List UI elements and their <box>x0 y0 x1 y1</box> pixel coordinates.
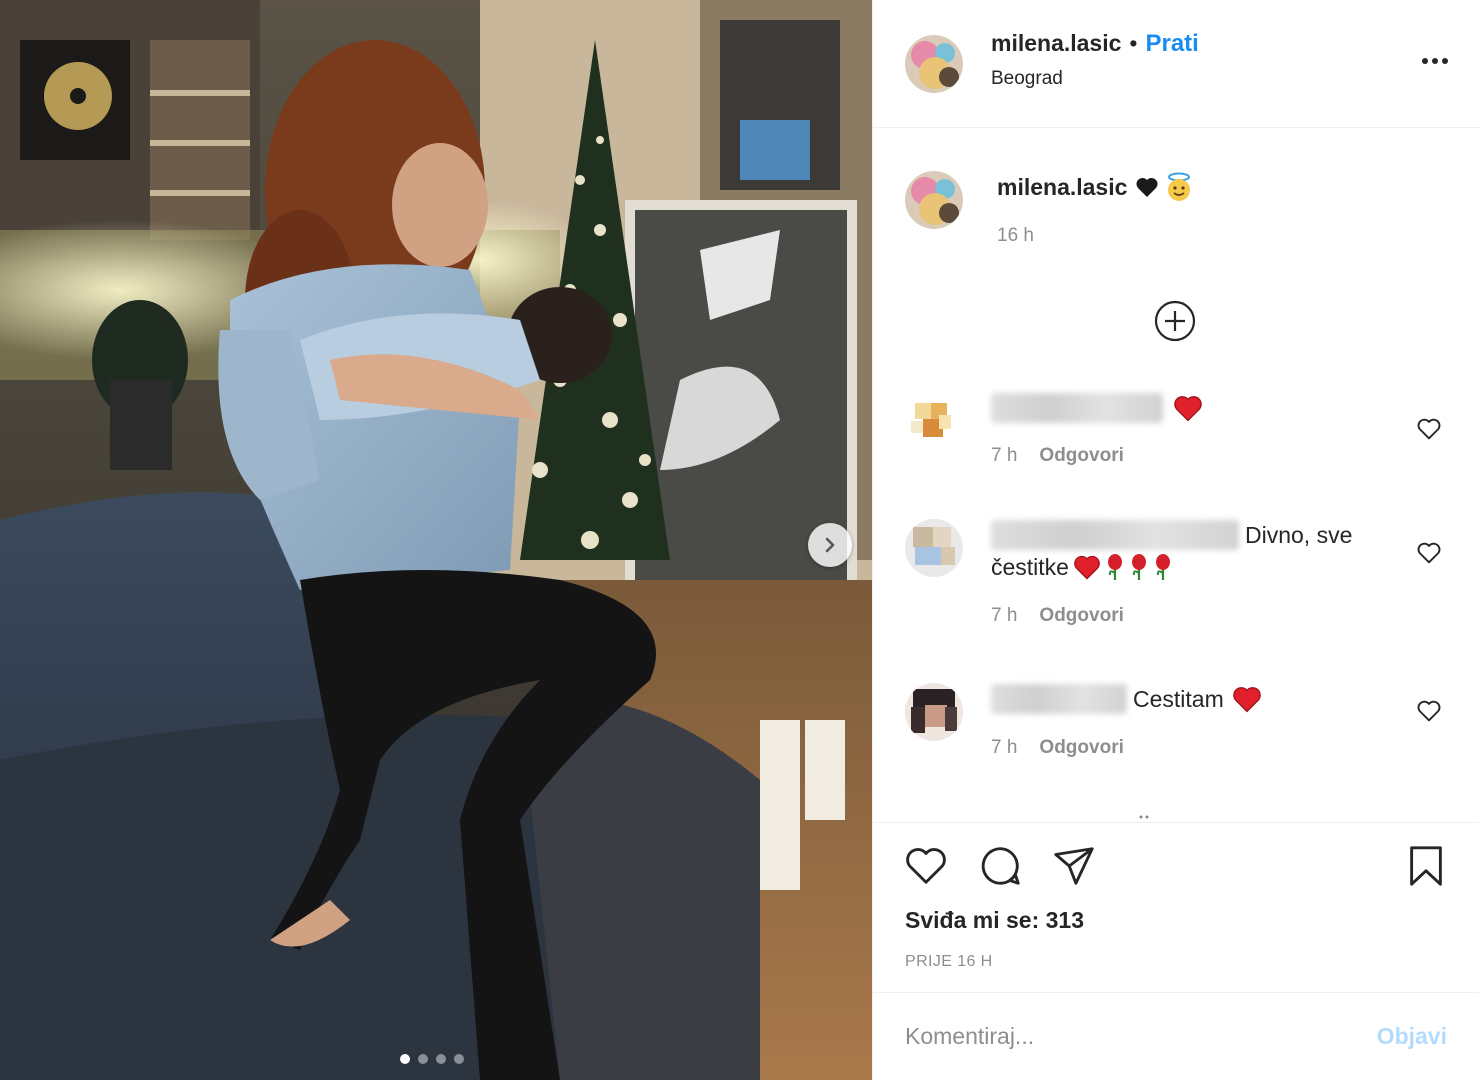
red-heart-icon <box>1174 396 1202 422</box>
redacted-username <box>991 520 1239 550</box>
comments-list[interactable]: milena.lasic 16 h 7 h Odgovori Divno, sv… <box>873 129 1479 821</box>
likes-count[interactable]: Sviđa mi se: 313 <box>905 907 1084 934</box>
author-username[interactable]: milena.lasic <box>991 30 1121 57</box>
reply-button[interactable]: Odgovori <box>1039 605 1123 627</box>
avatar-image <box>905 683 963 741</box>
comment-message: Cestitam <box>1133 686 1224 712</box>
comment-item: Divno, sve čestitke 7 h Odgovori <box>905 519 1445 627</box>
heart-outline-icon[interactable] <box>1415 539 1443 567</box>
more-options-icon[interactable] <box>1420 52 1450 70</box>
rose-icon <box>1155 554 1170 580</box>
heart-outline-icon[interactable] <box>1415 697 1443 725</box>
comment-body: 7 h Odgovori <box>991 393 1391 467</box>
comment-text <box>991 393 1391 423</box>
bookmark-icon[interactable] <box>1403 843 1449 889</box>
more-dot <box>1422 58 1428 64</box>
comment-text: Cestitam <box>991 683 1391 715</box>
photo-scene <box>0 0 872 1080</box>
caption-body: milena.lasic 16 h <box>997 171 1195 247</box>
separator-dot: • <box>1129 30 1138 56</box>
post-timestamp[interactable]: PRIJE 16 H <box>905 953 993 971</box>
black-heart-icon <box>1136 177 1158 197</box>
header-top-row: milena.lasic • Prati <box>991 30 1199 58</box>
plus-circle-icon[interactable] <box>1153 299 1197 343</box>
post-caption: milena.lasic 16 h <box>905 171 1195 247</box>
commenter-avatar[interactable] <box>905 519 963 577</box>
action-buttons <box>903 843 1097 889</box>
post-photo[interactable] <box>0 0 872 1080</box>
instagram-post: milena.lasic • Prati Beograd milena.lasi… <box>0 0 1480 1080</box>
more-dot <box>1432 58 1438 64</box>
rose-icon <box>1131 554 1146 580</box>
rose-icon <box>1107 554 1122 580</box>
post-header: milena.lasic • Prati Beograd <box>873 0 1480 128</box>
comment-time[interactable]: 7 h <box>991 737 1017 759</box>
chevron-right-icon <box>825 537 835 553</box>
avatar-image <box>905 393 963 451</box>
commenter-avatar[interactable] <box>905 683 963 741</box>
more-dot <box>1442 58 1448 64</box>
comment-item: 7 h Odgovori <box>905 393 1445 467</box>
next-image-button[interactable] <box>808 523 852 567</box>
comment-time[interactable]: 7 h <box>991 605 1017 627</box>
comment-text-line2: čestitke <box>991 551 1411 583</box>
caption-avatar[interactable] <box>905 171 963 229</box>
carousel-indicator <box>400 1054 464 1064</box>
comment-body: Divno, sve čestitke 7 h Odgovori <box>991 519 1411 627</box>
redacted-username <box>991 393 1163 423</box>
caption-text: milena.lasic <box>997 171 1195 203</box>
comment-message-line2: čestitke <box>991 554 1069 580</box>
header-text: milena.lasic • Prati Beograd <box>991 30 1199 90</box>
carousel-dot-active <box>400 1054 410 1064</box>
redacted-username <box>991 684 1127 714</box>
heart-outline-icon[interactable] <box>903 843 949 889</box>
carousel-dot <box>454 1054 464 1064</box>
comment-meta: 7 h Odgovori <box>991 605 1411 627</box>
caption-meta: 16 h <box>997 225 1195 247</box>
comment-message-line1: Divno, sve <box>1245 522 1353 548</box>
post-side-panel: milena.lasic • Prati Beograd milena.lasi… <box>872 0 1480 1080</box>
red-heart-icon <box>1074 555 1100 580</box>
comment-meta: 7 h Odgovori <box>991 737 1391 759</box>
carousel-dot <box>418 1054 428 1064</box>
comment-meta: 7 h Odgovori <box>991 445 1391 467</box>
avatar-image <box>905 171 963 229</box>
red-heart-icon <box>1233 687 1261 713</box>
paper-plane-icon[interactable] <box>1051 843 1097 889</box>
angel-face-icon <box>1168 172 1191 201</box>
author-avatar[interactable] <box>905 34 963 93</box>
caption-time[interactable]: 16 h <box>997 225 1034 247</box>
avatar-image <box>905 519 963 577</box>
comment-time[interactable]: 7 h <box>991 445 1017 467</box>
partially-visible-comment <box>1139 815 1149 819</box>
follow-button[interactable]: Prati <box>1145 30 1198 58</box>
reply-button[interactable]: Odgovori <box>1039 737 1123 759</box>
add-comment-form: Objavi <box>873 992 1479 1080</box>
carousel-dot <box>436 1054 446 1064</box>
comment-item: Cestitam 7 h Odgovori <box>905 683 1445 759</box>
reply-button[interactable]: Odgovori <box>1039 445 1123 467</box>
avatar-image <box>905 34 963 93</box>
comment-text: Divno, sve <box>991 519 1411 551</box>
post-comment-button[interactable]: Objavi <box>1377 1023 1447 1050</box>
speech-bubble-icon[interactable] <box>977 843 1023 889</box>
comment-input[interactable] <box>905 1023 1377 1050</box>
caption-username[interactable]: milena.lasic <box>997 171 1127 203</box>
post-location[interactable]: Beograd <box>991 68 1199 90</box>
heart-outline-icon[interactable] <box>1415 415 1443 443</box>
post-actions: Sviđa mi se: 313 PRIJE 16 H <box>873 822 1479 992</box>
commenter-avatar[interactable] <box>905 393 963 451</box>
comment-body: Cestitam 7 h Odgovori <box>991 683 1391 759</box>
